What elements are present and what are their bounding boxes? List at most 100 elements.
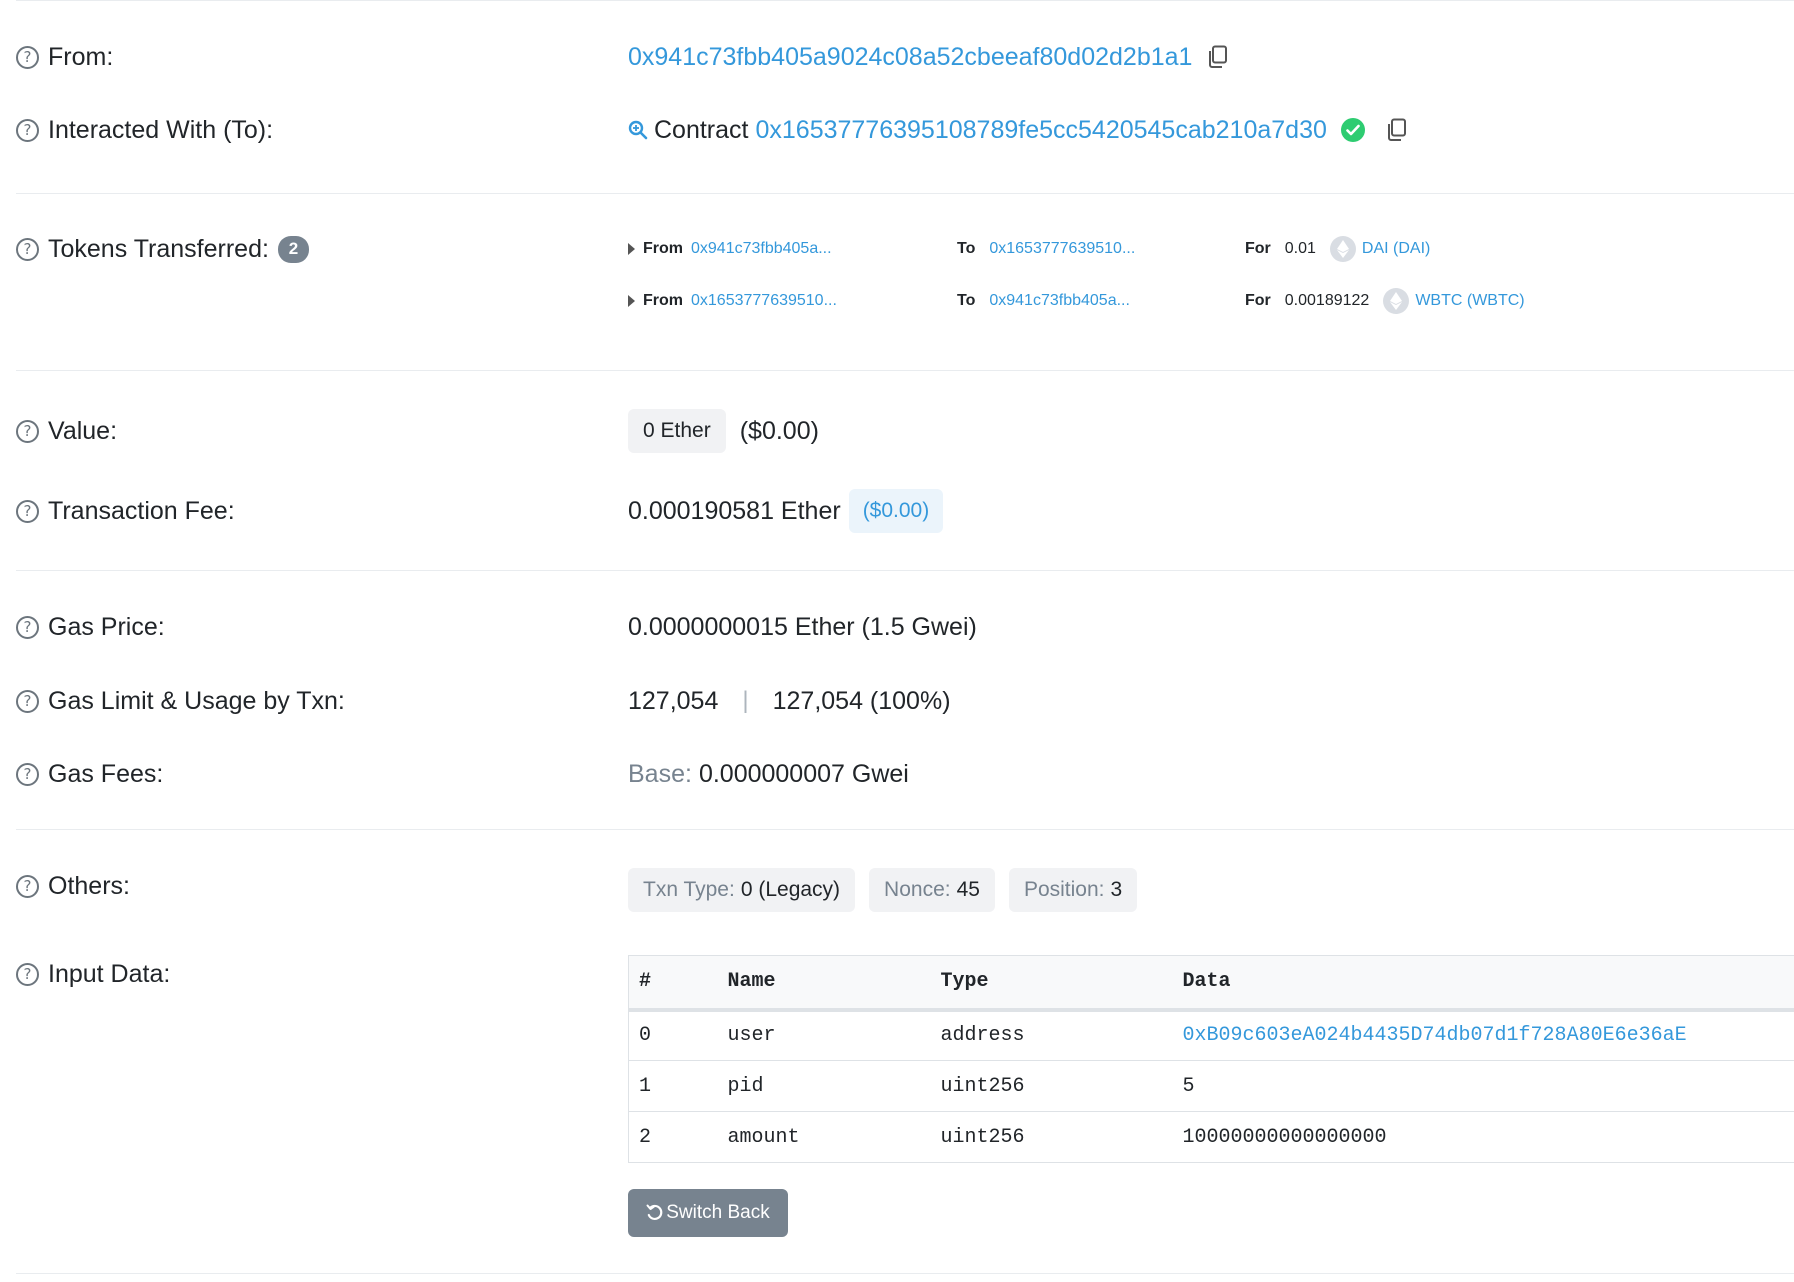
transfer-to-address[interactable]: 0x1653777639510... [989,240,1135,258]
transfer-for-label: For [1245,240,1271,257]
row-index: 0 [628,1009,718,1061]
gas-limit-label-wrap: ? Gas Limit & Usage by Txn: [16,687,345,716]
others-chips: Txn Type: 0 (Legacy) Nonce: 45 Position:… [628,868,1138,912]
transfer-amount: 0.01 [1284,240,1316,257]
token-transfer-row: From 0x941c73fbb405a... To 0x16537776395… [0,229,1794,269]
interacted-row: ? Interacted With (To): Contract 0x16537… [0,110,1794,150]
transfer-to-cell: To 0x941c73fbb405a... [957,292,1130,310]
gas-fees-value: Base: 0.000000007 Gwei [628,760,909,789]
col-type-header: Type [930,955,1173,1012]
value-usd: ($0.00) [739,416,819,445]
fee-usd-chip[interactable]: ($0.00) [848,489,944,533]
gas-limit-row: ? Gas Limit & Usage by Txn: 127,054 | 12… [0,681,1794,721]
expand-caret-icon[interactable] [628,243,635,255]
transfer-from-address[interactable]: 0x1653777639510... [691,292,837,310]
others-label: Others: [48,871,130,900]
row-data: 5 [1172,1060,1794,1112]
token-transfer-row: From 0x1653777639510... To 0x941c73fbb40… [0,281,1794,321]
transfer-to-cell: To 0x1653777639510... [957,240,1135,258]
transaction-details: ? From: 0x941c73fbb405a9024c08a52cbeeaf8… [0,0,1794,1282]
row-type: uint256 [930,1060,1173,1112]
help-icon[interactable]: ? [16,499,39,523]
row-name: user [717,1009,931,1061]
divider [16,193,1794,194]
help-icon[interactable]: ? [16,762,39,786]
fee-amount: 0.000190581 Ether [628,496,841,525]
transfer-to-label: To [957,240,976,257]
value-amount-chip: 0 Ether [628,409,726,453]
help-icon[interactable]: ? [16,874,39,898]
divider [16,370,1794,371]
transfer-token-link[interactable]: WBTC (WBTC) [1415,292,1524,310]
from-address-link[interactable]: 0x941c73fbb405a9024c08a52cbeeaf80d02d2b1… [628,43,1192,72]
transfer-for-label: For [1245,292,1271,309]
copy-icon[interactable] [1385,118,1407,142]
row-type: address [930,1009,1173,1061]
nonce-label: Nonce: [884,878,951,901]
from-label: From: [48,42,114,71]
value-label-wrap: ? Value: [16,417,117,446]
col-index-header: # [628,955,718,1012]
table-row: 0 user address 0xB09c603eA024b4435D74db0… [628,1009,1794,1061]
txn-type-value: 0 (Legacy) [740,878,841,901]
transfer-from-address[interactable]: 0x941c73fbb405a... [691,240,832,258]
gas-base-value: 0.000000007 Gwei [698,759,909,788]
transfer-from-label: From [643,240,683,257]
transfer-amount: 0.00189122 [1284,292,1370,309]
gas-fees-row: ? Gas Fees: Base: 0.000000007 Gwei [0,754,1794,794]
txn-type-chip: Txn Type: 0 (Legacy) [628,868,856,912]
from-row: ? From: 0x941c73fbb405a9024c08a52cbeeaf8… [0,37,1794,77]
txn-type-label: Txn Type: [643,878,735,901]
help-icon[interactable]: ? [16,45,39,69]
help-icon[interactable]: ? [16,689,39,713]
interacted-label: Interacted With (To): [48,115,274,144]
table-row: 1 pid uint256 5 [628,1060,1794,1112]
divider [16,570,1794,571]
interacted-value: Contract 0x16537776395108789fe5cc5420545… [628,116,1407,145]
transfer-to-address[interactable]: 0x941c73fbb405a... [989,292,1130,310]
fee-label: Transaction Fee: [48,496,235,525]
from-label-wrap: ? From: [16,43,113,72]
col-name-header: Name [717,955,931,1012]
position-value: 3 [1110,878,1123,901]
gas-fees-label-wrap: ? Gas Fees: [16,760,163,789]
position-chip: Position: 3 [1008,868,1138,912]
row-index: 1 [628,1060,718,1112]
position-label: Position: [1023,878,1105,901]
copy-icon[interactable] [1206,45,1228,69]
gas-usage-amount: 127,054 (100%) [772,686,951,715]
eth-token-icon [1329,236,1356,262]
from-value: 0x941c73fbb405a9024c08a52cbeeaf80d02d2b1… [628,43,1228,72]
gas-price-label: Gas Price: [48,612,165,641]
contract-address-link[interactable]: 0x16537776395108789fe5cc5420545cab210a7d… [755,116,1326,145]
row-name: pid [717,1060,931,1112]
transfer-token-link[interactable]: DAI (DAI) [1362,240,1430,258]
value-value: 0 Ether ($0.00) [628,409,819,453]
divider [16,0,1794,1]
input-data-table: # Name Type Data 0 user address 0xB09c60… [628,955,1794,1163]
help-icon[interactable]: ? [16,962,39,986]
contract-prefix: Contract [654,115,749,144]
gas-price-label-wrap: ? Gas Price: [16,613,165,642]
switch-back-button[interactable]: Switch Back [628,1189,788,1237]
input-data-label: Input Data: [48,959,171,988]
gas-limit-value: 127,054 | 127,054 (100%) [628,687,951,716]
row-type: uint256 [940,1125,1025,1149]
transfer-from-cell: From 0x941c73fbb405a... [628,240,832,258]
expand-caret-icon[interactable] [628,295,635,307]
help-icon[interactable]: ? [16,615,39,639]
transfer-for-cell: For 0.00189122 WBTC (WBTC) [1245,288,1525,314]
help-icon[interactable]: ? [16,419,39,443]
transfer-to-label: To [957,292,976,309]
transfer-for-cell: For 0.01 DAI (DAI) [1245,236,1430,262]
value-row: ? Value: 0 Ether ($0.00) [0,409,1794,453]
switch-back-label: Switch Back [666,1202,770,1223]
verified-check-icon [1340,118,1365,142]
help-icon[interactable]: ? [16,118,39,142]
search-contract-icon[interactable] [628,120,648,140]
gas-fees-label: Gas Fees: [48,759,164,788]
row-data-address-link[interactable]: 0xB09c603eA024b4435D74db07d1f728A80E6e36… [1183,1024,1687,1047]
interacted-label-wrap: ? Interacted With (To): [16,116,273,145]
value-label: Value: [48,416,118,445]
gas-base-label: Base: [628,759,692,788]
